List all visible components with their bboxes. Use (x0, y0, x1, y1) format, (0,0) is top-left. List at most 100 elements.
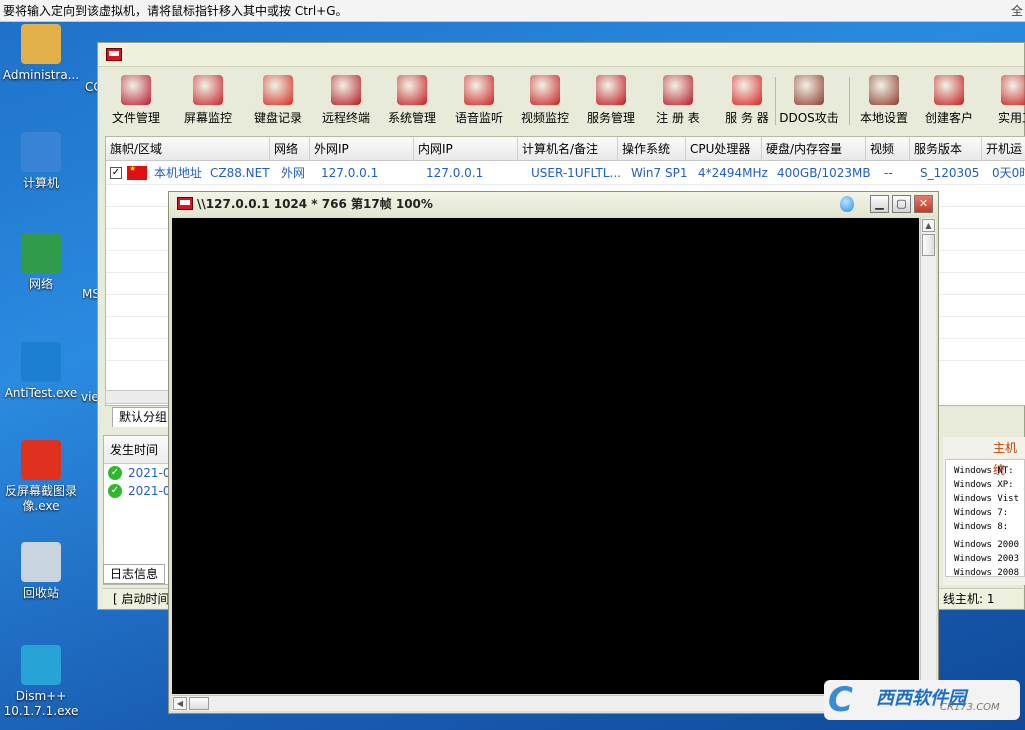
remote-horizontal-scrollbar[interactable]: ◀ (172, 695, 919, 711)
row-checkbox[interactable]: ✓ (110, 167, 122, 179)
scroll-thumb[interactable] (922, 234, 935, 256)
column-header[interactable]: 旗帜/区域 (106, 137, 270, 161)
toolbar-button[interactable]: 键盘记录 (246, 73, 310, 129)
local-settings-icon (869, 75, 899, 105)
s-logo-icon (21, 342, 61, 382)
log-row[interactable]: ✓ 2021-0 (104, 482, 172, 500)
column-header[interactable]: 操作系统 (618, 137, 686, 161)
status-start-time: [ 启动时间 (113, 592, 170, 606)
computer-icon (21, 132, 61, 172)
watermark-url: CR173.COM (940, 702, 1000, 713)
toolbar-button[interactable]: 实用工 (984, 73, 1025, 129)
desktop-icon[interactable]: Dism++ 10.1.7.1.exe (0, 645, 82, 719)
column-header[interactable]: 硬盘/内存容量 (762, 137, 866, 161)
minimize-button[interactable]: ▁ (870, 195, 889, 213)
maximize-button[interactable]: ▢ (892, 195, 911, 213)
table-row[interactable]: ✓ 本机地址 CZ88.NET 外网 127.0.0.1 127.0.0.1 U… (106, 162, 1025, 184)
toolbar-button[interactable]: DDOS攻击 (777, 73, 841, 129)
log-panel: 发生时间 ✓ 2021-0 ✓ 2021-0 (103, 435, 173, 585)
host-stat-line: Windows Vist (954, 494, 1020, 504)
toolbar-separator (849, 77, 850, 125)
create-client-icon (934, 75, 964, 105)
cell-uptime: 0天0时 (992, 166, 1025, 180)
tab-default-group[interactable]: 默认分组 (112, 407, 176, 427)
column-header[interactable]: 内网IP (414, 137, 518, 161)
toolbar-button[interactable]: 系统管理 (380, 73, 444, 129)
network-globe-icon (21, 233, 61, 273)
host-stat-line: Windows 2003 (954, 554, 1020, 564)
success-check-icon: ✓ (108, 484, 122, 498)
desktop-icon-label: Administra... (2, 68, 80, 82)
status-online-hosts: 线主机: 1 (943, 592, 995, 606)
app-logo-icon (177, 197, 193, 210)
toolbar-button[interactable]: 本地设置 (852, 73, 916, 129)
toolbar-button[interactable]: 服务管理 (579, 73, 643, 129)
column-header[interactable]: 服务版本 (910, 137, 982, 161)
toolbar-button[interactable]: 文件管理 (104, 73, 168, 129)
cell-hostname: USER-1UFLTL... (531, 166, 621, 180)
cell-video: -- (884, 166, 893, 180)
row-divider (106, 184, 1025, 185)
toolbar-button[interactable]: 屏幕监控 (176, 73, 240, 129)
desktop-icon[interactable]: 网络 (0, 233, 82, 292)
desktop-icon-label: 计算机 (22, 176, 59, 190)
host-stats-title: 主机统 (993, 441, 1018, 477)
table-header: 旗帜/区域 网络 外网IP 内网IP 计算机名/备注 操作系统 CPU处理器 硬盘/内存容量视… (106, 137, 1025, 161)
column-header[interactable]: CPU处理器 (686, 137, 762, 161)
scroll-thumb[interactable] (189, 697, 209, 710)
log-row[interactable]: ✓ 2021-0 (104, 464, 172, 482)
host-stat-line: Windows 8: (954, 522, 1009, 532)
desktop-icon[interactable]: 计算机 (0, 132, 82, 191)
toolbar-button-label: 注 册 表 (656, 111, 700, 125)
gem-icon[interactable] (840, 196, 854, 212)
toolbar-button-label: 服 务 器 (725, 111, 769, 125)
desktop-icon-label: 网络 (28, 277, 53, 291)
scroll-up-icon[interactable]: ▲ (922, 219, 935, 232)
column-header[interactable]: 计算机名/备注 (518, 137, 618, 161)
tab-log-info[interactable]: 日志信息 (103, 564, 165, 584)
toolbar-button[interactable]: 远程终端 (314, 73, 378, 129)
desktop-icon[interactable]: 反屏幕截图录像.exe (0, 440, 82, 514)
toolbar-button-label: DDOS攻击 (779, 111, 839, 125)
toolbar-button[interactable]: 语音监听 (447, 73, 511, 129)
column-header[interactable]: 网络 (270, 137, 310, 161)
host-stat-line: Windows NT: (954, 466, 1014, 476)
registry-icon (663, 75, 693, 105)
toolbar-separator (775, 77, 776, 125)
desktop-icon-label: 反屏幕截图录像.exe (4, 484, 77, 513)
app-titlebar (98, 43, 1024, 67)
video-monitor-icon (530, 75, 560, 105)
remote-screen-canvas[interactable] (172, 218, 919, 694)
toolbar-button[interactable]: 创建客户 (917, 73, 981, 129)
toolbar-button-label: 本地设置 (859, 111, 908, 125)
cell-isp: CZ88.NET (210, 166, 270, 180)
column-header[interactable]: 开机运 (982, 137, 1025, 161)
toolbar-button[interactable]: 视频监控 (513, 73, 577, 129)
desktop-icon[interactable]: 回收站 (0, 542, 82, 601)
toolbar-button[interactable]: 服 务 器 (715, 73, 779, 129)
host-stat-line: Windows 2000 (954, 540, 1020, 550)
toolbar-button-label: 服务管理 (586, 111, 635, 125)
desktop-icon[interactable]: Administra... (0, 24, 82, 83)
toolbar-button-label: 语音监听 (454, 111, 503, 125)
scroll-left-icon[interactable]: ◀ (173, 697, 187, 710)
log-header-time: 发生时间 (104, 436, 172, 464)
site-watermark: C 西西软件园 CR173.COM (824, 680, 1020, 720)
main-toolbar: 文件管理 屏幕监控 键盘记录 远程终端 系统管理 语音监听 视频监控 服务管理 注 册 表 服 务… (104, 73, 1025, 129)
log-time: 2021-0 (128, 466, 171, 480)
desktop-icon[interactable]: AntiTest.exe (0, 342, 82, 401)
remote-screen-window: \\127.0.0.1 1024 * 766 第17帧 100% ▁ ▢ ✕ ▲… (168, 191, 939, 714)
host-stat-line: Windows 7: (954, 508, 1009, 518)
host-stat-line: Windows XP: (954, 480, 1014, 490)
success-check-icon: ✓ (108, 466, 122, 480)
close-button[interactable]: ✕ (914, 195, 933, 213)
desktop-icon-label: Dism++ 10.1.7.1.exe (3, 689, 79, 718)
column-header[interactable]: 外网IP (310, 137, 414, 161)
remote-vertical-scrollbar[interactable]: ▲ (920, 218, 936, 694)
cell-lan-ip: 127.0.0.1 (426, 166, 484, 180)
remote-window-titlebar[interactable]: \\127.0.0.1 1024 * 766 第17帧 100% ▁ ▢ ✕ (169, 192, 938, 216)
file-manager-icon (121, 75, 151, 105)
column-header[interactable]: 视频 (866, 137, 910, 161)
remote-window-title: \\127.0.0.1 1024 * 766 第17帧 100% (197, 197, 433, 211)
toolbar-button[interactable]: 注 册 表 (646, 73, 710, 129)
